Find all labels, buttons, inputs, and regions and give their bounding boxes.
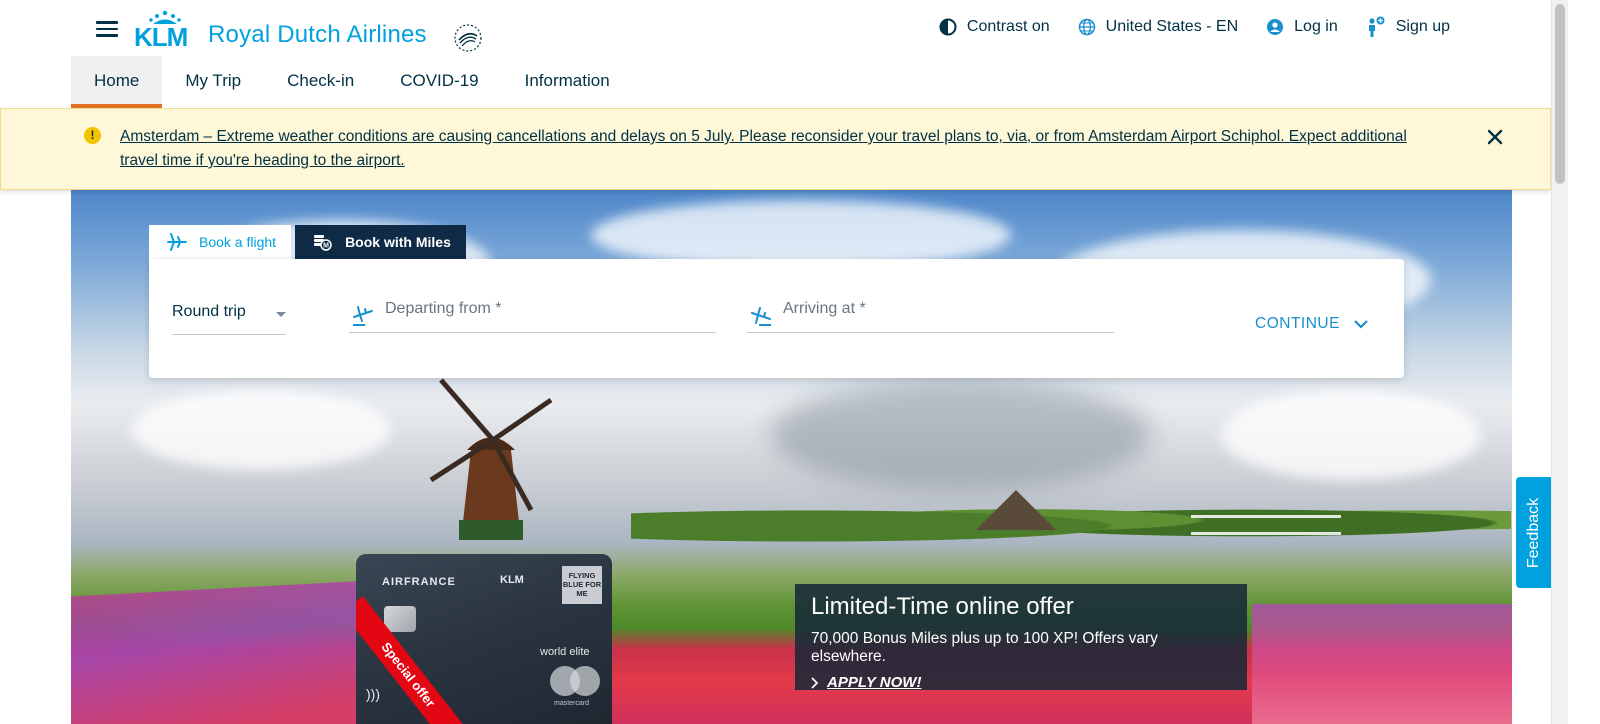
departing-input[interactable]: [385, 300, 685, 318]
hamburger-menu-icon[interactable]: [96, 18, 118, 40]
arriving-input[interactable]: [783, 300, 1083, 318]
offer-box: Limited-Time online offer 70,000 Bonus M…: [795, 584, 1247, 691]
landing-icon: [751, 307, 771, 326]
close-icon[interactable]: [1485, 127, 1505, 147]
site-header: KLM Royal Dutch Airlines Contrast on Uni…: [0, 0, 1568, 108]
booking-panel: Round trip CONTINUE: [149, 259, 1404, 378]
apply-now-label: APPLY NOW!: [827, 674, 922, 691]
nav-information[interactable]: Information: [502, 56, 633, 106]
logo-word: KLM: [134, 22, 188, 52]
contactless-icon: ))): [366, 686, 380, 702]
chevron-right-icon: [811, 676, 819, 689]
nav-check-in[interactable]: Check-in: [264, 56, 377, 106]
login-label: Log in: [1294, 18, 1338, 35]
contrast-toggle[interactable]: Contrast on: [939, 18, 1050, 36]
page-scrollbar[interactable]: [1551, 0, 1568, 724]
contrast-label: Contrast on: [966, 18, 1050, 35]
tab-book-with-miles[interactable]: M Book with Miles: [295, 225, 466, 259]
apply-now-link[interactable]: APPLY NOW!: [811, 674, 1231, 691]
trip-type-value: Round trip: [172, 303, 246, 320]
credit-card-image[interactable]: AIRFRANCE KLM FLYING BLUE FOR ME world e…: [356, 554, 612, 724]
scrollbar-thumb[interactable]: [1555, 4, 1565, 184]
klm-logo-mark: KLM: [134, 10, 198, 52]
nav-covid-19[interactable]: COVID-19: [377, 56, 501, 106]
continue-label: CONTINUE: [1255, 315, 1340, 332]
contrast-icon: [939, 18, 957, 36]
departing-field[interactable]: [349, 299, 716, 333]
card-tier: world elite: [540, 646, 590, 658]
miles-coins-icon: M: [314, 235, 332, 251]
skyteam-logo-icon: [454, 24, 482, 52]
card-brand-flying-blue: FLYING BLUE FOR ME: [562, 566, 602, 604]
mastercard-logo-icon: [550, 666, 602, 698]
offer-body: 70,000 Bonus Miles plus up to 100 XP! Of…: [811, 630, 1158, 665]
user-circle-icon: [1267, 19, 1284, 35]
chevron-down-icon: [1354, 320, 1368, 329]
arriving-field[interactable]: [747, 299, 1114, 333]
svg-text:M: M: [323, 243, 329, 250]
klm-logo[interactable]: KLM Royal Dutch Airlines: [134, 6, 427, 52]
feedback-button[interactable]: Feedback: [1516, 477, 1551, 588]
airplane-icon: [167, 233, 187, 251]
region-selector[interactable]: United States - EN: [1078, 18, 1239, 36]
tab-book-a-flight[interactable]: Book a flight: [149, 225, 292, 259]
nav-my-trip[interactable]: My Trip: [162, 56, 264, 106]
utility-links: Contrast on United States - EN Log in Si…: [939, 16, 1450, 38]
feedback-label: Feedback: [1524, 497, 1542, 568]
logo-text: Royal Dutch Airlines: [208, 21, 427, 48]
card-network: mastercard: [554, 700, 590, 707]
signup-label: Sign up: [1395, 18, 1450, 35]
card-brand-klm: KLM: [500, 574, 524, 586]
booking-tabs: Book a flight M Book with Miles: [149, 225, 466, 259]
tab-book-a-flight-label: Book a flight: [199, 234, 277, 250]
login-link[interactable]: Log in: [1266, 18, 1338, 36]
main-nav: Home My Trip Check-in COVID-19 Informati…: [71, 56, 633, 108]
person-add-icon: [1368, 16, 1385, 37]
region-label: United States - EN: [1105, 18, 1239, 35]
alert-message-link[interactable]: Amsterdam – Extreme weather conditions a…: [120, 125, 1410, 173]
weather-alert-banner: ! Amsterdam – Extreme weather conditions…: [0, 108, 1551, 190]
takeoff-icon: [353, 306, 373, 326]
card-chip: [384, 606, 416, 632]
signup-link[interactable]: Sign up: [1366, 16, 1450, 38]
continue-button[interactable]: CONTINUE: [1255, 315, 1368, 333]
dropdown-caret-icon: [276, 312, 286, 317]
windmill-image: [429, 378, 553, 540]
tab-book-with-miles-label: Book with Miles: [345, 234, 451, 250]
offer-title: Limited-Time online offer: [811, 593, 1074, 620]
warning-icon: !: [84, 127, 101, 144]
trip-type-select[interactable]: Round trip: [172, 303, 286, 335]
nav-home[interactable]: Home: [71, 56, 163, 108]
card-brand-airfrance: AIRFRANCE: [382, 576, 456, 588]
globe-icon: [1078, 18, 1095, 36]
